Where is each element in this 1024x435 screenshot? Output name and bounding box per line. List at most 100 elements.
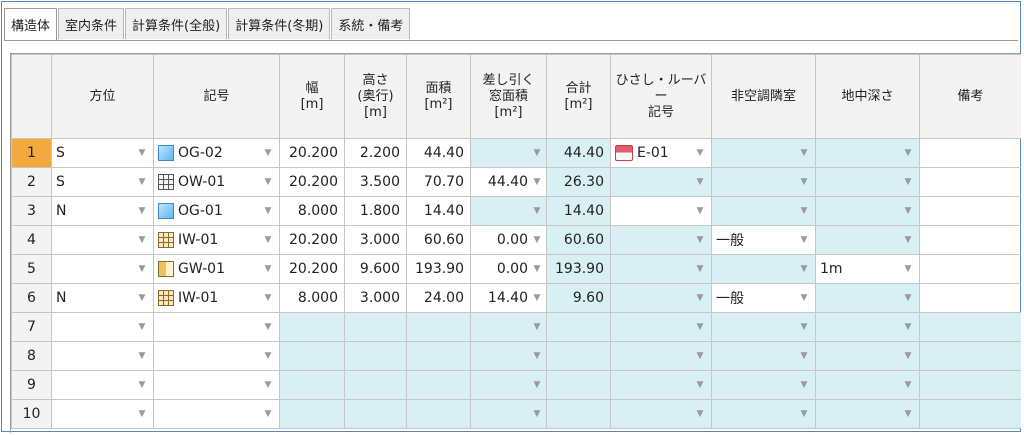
direction-cell[interactable]: N ▼ xyxy=(51,196,154,226)
chevron-down-icon[interactable]: ▼ xyxy=(135,177,149,187)
eave-louver-cell[interactable]: E-01 ▼ xyxy=(610,138,712,168)
chevron-down-icon[interactable]: ▼ xyxy=(693,409,707,419)
non-ac-room-cell[interactable]: ▼ xyxy=(711,167,816,197)
non-ac-room-cell[interactable]: ▼ xyxy=(711,196,816,226)
chevron-down-icon[interactable]: ▼ xyxy=(135,206,149,216)
chevron-down-icon[interactable]: ▼ xyxy=(693,148,707,158)
non-ac-room-cell[interactable]: ▼ xyxy=(711,312,816,342)
direction-cell[interactable]: ▼ xyxy=(51,370,154,400)
chevron-down-icon[interactable]: ▼ xyxy=(797,235,811,245)
ground-depth-cell[interactable]: ▼ xyxy=(815,283,920,313)
deduct-window-cell[interactable]: ▼ xyxy=(470,370,547,400)
width-cell[interactable]: 8.000 xyxy=(279,283,345,313)
width-cell[interactable]: 20.200 xyxy=(279,167,345,197)
code-cell[interactable]: ▼ xyxy=(153,399,280,429)
non-ac-room-cell[interactable]: ▼ xyxy=(711,370,816,400)
tab-calc-general[interactable]: 計算条件(全般) xyxy=(125,8,228,39)
chevron-down-icon[interactable]: ▼ xyxy=(797,351,811,361)
remarks-cell[interactable] xyxy=(919,225,1021,255)
ground-depth-cell[interactable]: ▼ xyxy=(815,167,920,197)
ground-depth-cell[interactable]: ▼ xyxy=(815,138,920,168)
chevron-down-icon[interactable]: ▼ xyxy=(797,409,811,419)
eave-louver-cell[interactable]: ▼ xyxy=(610,167,712,197)
row-number[interactable]: 1 xyxy=(11,138,52,168)
row-number[interactable]: 9 xyxy=(11,370,52,400)
height-cell[interactable]: 1.800 xyxy=(344,196,407,226)
ground-depth-cell[interactable]: ▼ xyxy=(815,399,920,429)
height-cell[interactable]: 3.500 xyxy=(344,167,407,197)
chevron-down-icon[interactable]: ▼ xyxy=(135,293,149,303)
chevron-down-icon[interactable]: ▼ xyxy=(135,264,149,274)
chevron-down-icon[interactable]: ▼ xyxy=(135,322,149,332)
deduct-window-cell[interactable]: ▼ xyxy=(470,399,547,429)
height-cell[interactable] xyxy=(344,312,407,342)
remarks-cell[interactable] xyxy=(919,370,1021,400)
code-cell[interactable]: ▼ xyxy=(153,370,280,400)
row-number[interactable]: 7 xyxy=(11,312,52,342)
code-cell[interactable]: IW-01 ▼ xyxy=(153,225,280,255)
height-cell[interactable]: 9.600 xyxy=(344,254,407,284)
remarks-cell[interactable] xyxy=(919,254,1021,284)
non-ac-room-cell[interactable]: ▼ xyxy=(711,341,816,371)
tab-calc-winter[interactable]: 計算条件(冬期) xyxy=(228,8,331,39)
tab-system-remarks[interactable]: 系統・備考 xyxy=(331,8,411,39)
chevron-down-icon[interactable]: ▼ xyxy=(693,264,707,274)
chevron-down-icon[interactable]: ▼ xyxy=(901,235,915,245)
height-cell[interactable]: 3.000 xyxy=(344,283,407,313)
ground-depth-cell[interactable]: 1m ▼ xyxy=(815,254,920,284)
table-row[interactable]: 6 N ▼ IW-01 ▼ 8.000 3.000 24.00 14.40 ▼ 9.60 ▼ 一般 ▼ ▼ xyxy=(11,283,1021,313)
direction-cell[interactable]: S ▼ xyxy=(51,138,154,168)
width-cell[interactable]: 20.200 xyxy=(279,254,345,284)
chevron-down-icon[interactable]: ▼ xyxy=(261,235,275,245)
chevron-down-icon[interactable]: ▼ xyxy=(693,206,707,216)
direction-cell[interactable]: ▼ xyxy=(51,254,154,284)
table-row[interactable]: 2 S ▼ OW-01 ▼ 20.200 3.500 70.70 44.40 ▼ 26.30 ▼ ▼ ▼ xyxy=(11,167,1021,197)
chevron-down-icon[interactable]: ▼ xyxy=(530,177,544,187)
tab-room-conditions[interactable]: 室内条件 xyxy=(58,8,125,39)
deduct-window-cell[interactable]: ▼ xyxy=(470,341,547,371)
chevron-down-icon[interactable]: ▼ xyxy=(530,206,544,216)
chevron-down-icon[interactable]: ▼ xyxy=(797,177,811,187)
direction-cell[interactable]: ▼ xyxy=(51,341,154,371)
chevron-down-icon[interactable]: ▼ xyxy=(693,235,707,245)
width-cell[interactable] xyxy=(279,312,345,342)
table-row[interactable]: 3 N ▼ OG-01 ▼ 8.000 1.800 14.40 ▼ 14.40 ▼ ▼ ▼ xyxy=(11,196,1021,226)
row-number[interactable]: 6 xyxy=(11,283,52,313)
chevron-down-icon[interactable]: ▼ xyxy=(135,148,149,158)
chevron-down-icon[interactable]: ▼ xyxy=(901,351,915,361)
deduct-window-cell[interactable]: ▼ xyxy=(470,196,547,226)
chevron-down-icon[interactable]: ▼ xyxy=(530,235,544,245)
direction-cell[interactable]: S ▼ xyxy=(51,167,154,197)
tab-structure[interactable]: 構造体 xyxy=(4,8,58,40)
table-row[interactable]: 4 ▼ IW-01 ▼ 20.200 3.000 60.60 0.00 ▼ 60.60 ▼ 一般 ▼ ▼ xyxy=(11,225,1021,255)
deduct-window-cell[interactable]: ▼ xyxy=(470,138,547,168)
remarks-cell[interactable] xyxy=(919,341,1021,371)
remarks-cell[interactable] xyxy=(919,283,1021,313)
direction-cell[interactable]: ▼ xyxy=(51,399,154,429)
chevron-down-icon[interactable]: ▼ xyxy=(901,206,915,216)
chevron-down-icon[interactable]: ▼ xyxy=(530,322,544,332)
code-cell[interactable]: GW-01 ▼ xyxy=(153,254,280,284)
table-row[interactable]: 10 ▼ ▼ ▼ ▼ ▼ ▼ xyxy=(11,399,1021,429)
chevron-down-icon[interactable]: ▼ xyxy=(797,322,811,332)
row-number[interactable]: 2 xyxy=(11,167,52,197)
deduct-window-cell[interactable]: 14.40 ▼ xyxy=(470,283,547,313)
chevron-down-icon[interactable]: ▼ xyxy=(901,409,915,419)
height-cell[interactable]: 2.200 xyxy=(344,138,407,168)
ground-depth-cell[interactable]: ▼ xyxy=(815,312,920,342)
chevron-down-icon[interactable]: ▼ xyxy=(530,351,544,361)
chevron-down-icon[interactable]: ▼ xyxy=(261,293,275,303)
eave-louver-cell[interactable]: ▼ xyxy=(610,196,712,226)
chevron-down-icon[interactable]: ▼ xyxy=(530,293,544,303)
chevron-down-icon[interactable]: ▼ xyxy=(261,351,275,361)
chevron-down-icon[interactable]: ▼ xyxy=(135,351,149,361)
chevron-down-icon[interactable]: ▼ xyxy=(530,409,544,419)
chevron-down-icon[interactable]: ▼ xyxy=(261,264,275,274)
chevron-down-icon[interactable]: ▼ xyxy=(901,264,915,274)
row-number[interactable]: 8 xyxy=(11,341,52,371)
deduct-window-cell[interactable]: 0.00 ▼ xyxy=(470,225,547,255)
non-ac-room-cell[interactable]: ▼ xyxy=(711,254,816,284)
chevron-down-icon[interactable]: ▼ xyxy=(693,322,707,332)
code-cell[interactable]: ▼ xyxy=(153,341,280,371)
deduct-window-cell[interactable]: 44.40 ▼ xyxy=(470,167,547,197)
